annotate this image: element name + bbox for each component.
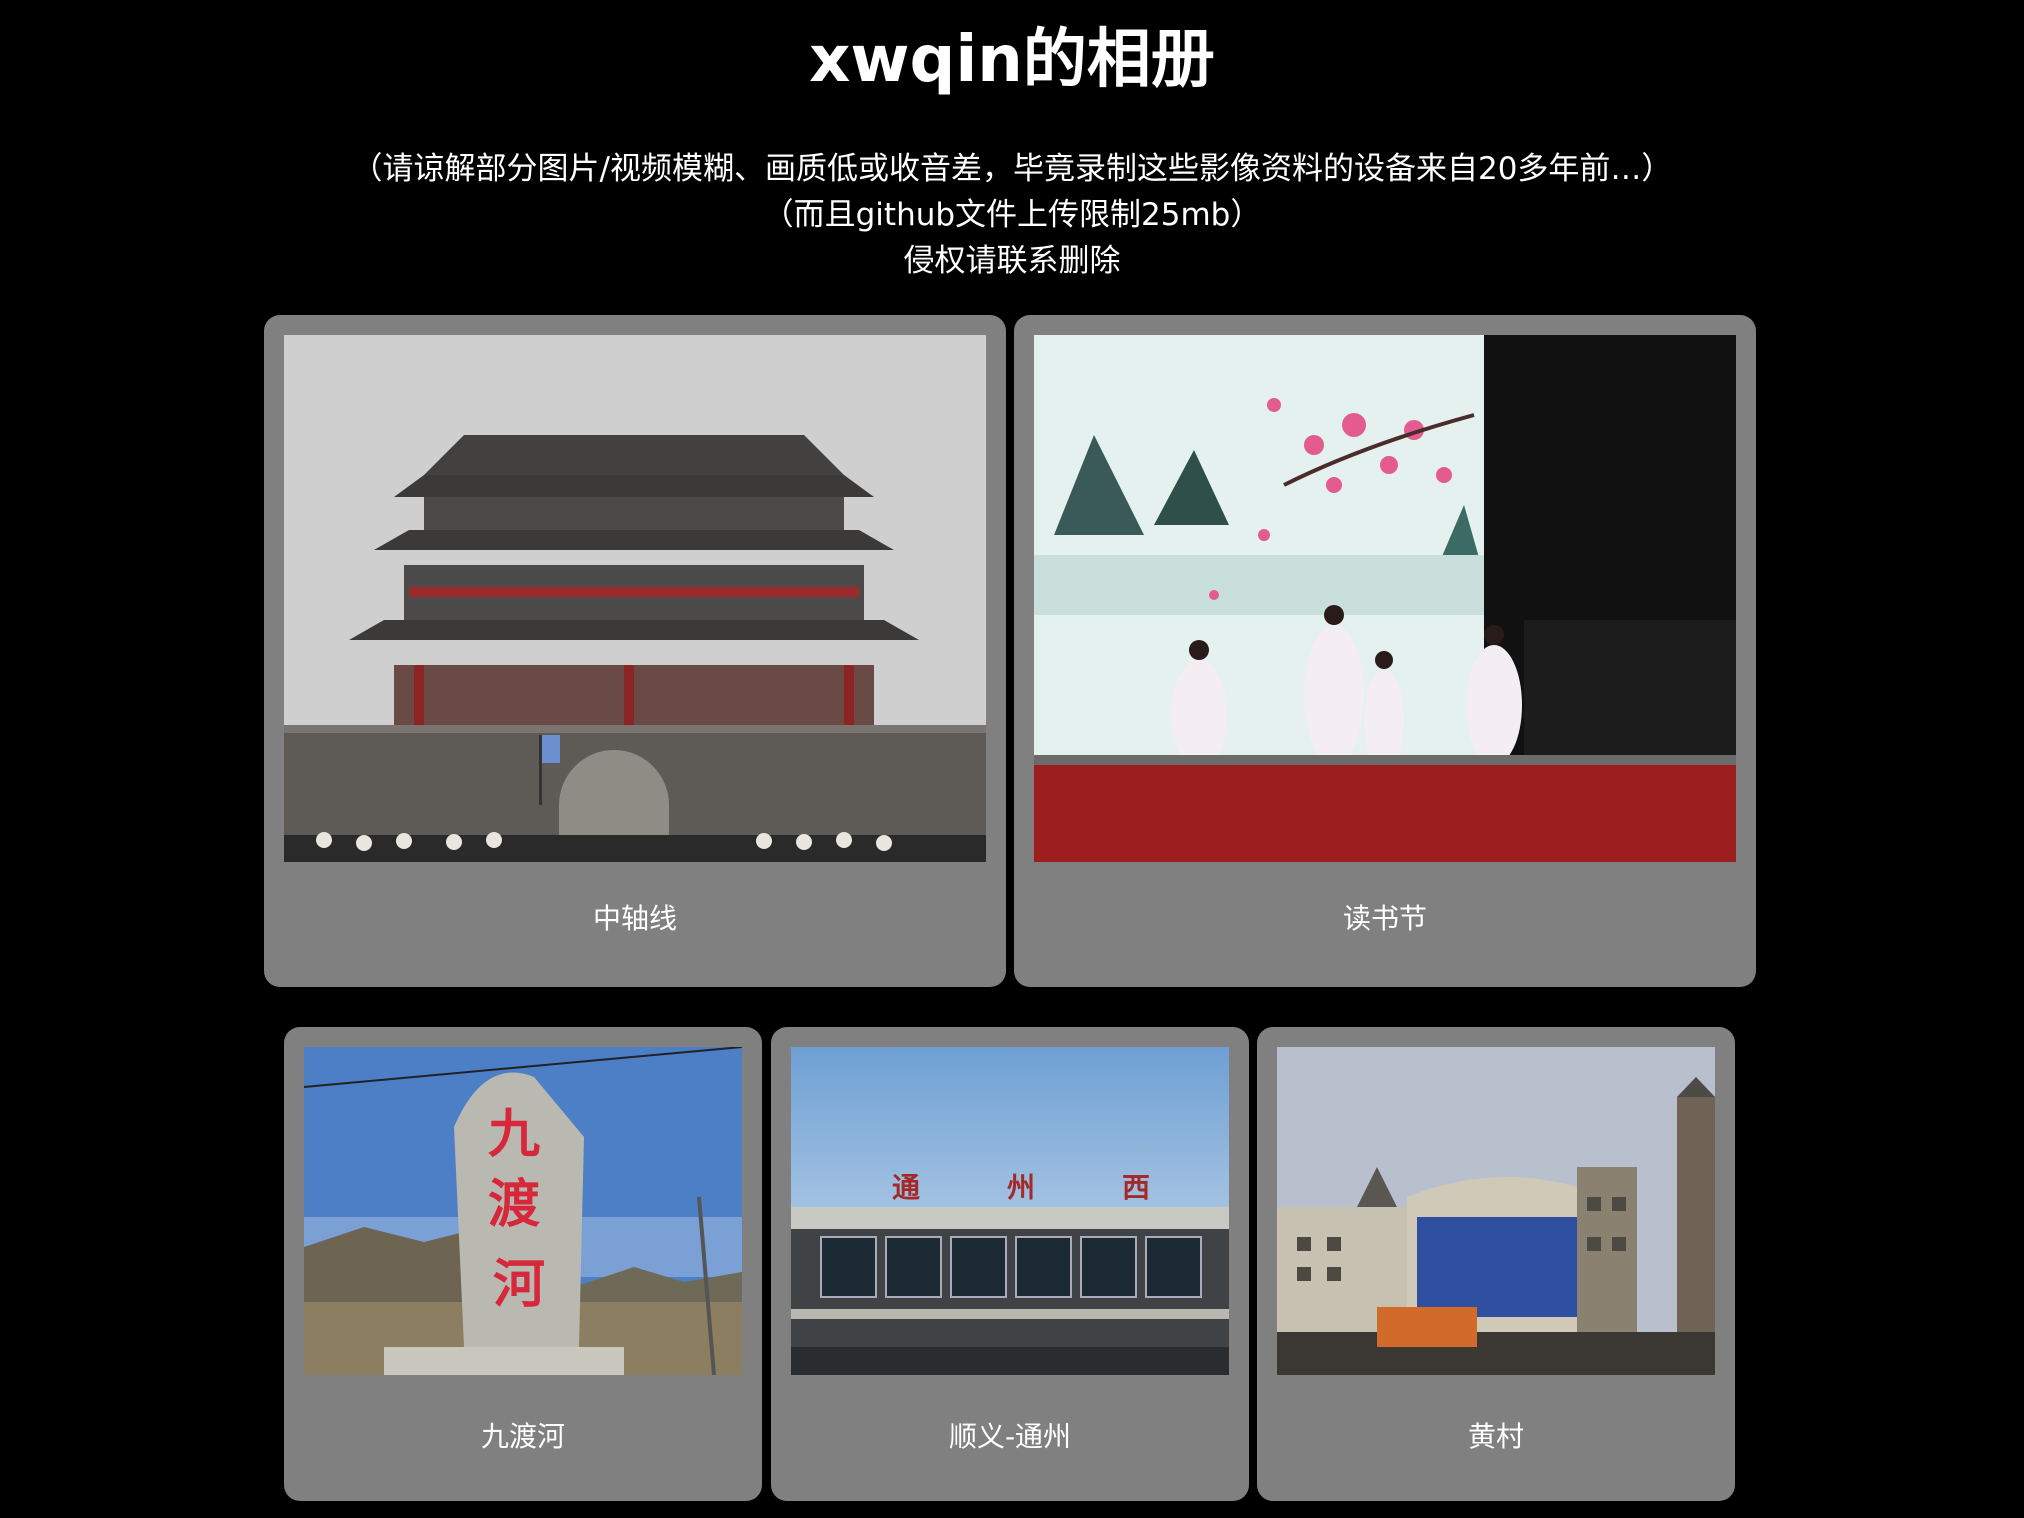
album-card-huangcun[interactable]: 黄村	[1257, 1027, 1735, 1501]
album-card-shunyi-tongzhou[interactable]: 通 州 西 顺义-通州	[771, 1027, 1249, 1501]
album-caption[interactable]: 读书节	[1014, 897, 1756, 937]
train-station-photo[interactable]: 通 州 西	[791, 1047, 1229, 1375]
album-card-jiuduhe[interactable]: 九 渡 河 九渡河	[284, 1027, 762, 1501]
gate-tower-photo[interactable]	[284, 335, 986, 862]
album-card-zhongzhouxian[interactable]: 中轴线	[264, 315, 1006, 987]
album-caption[interactable]: 九渡河	[284, 1415, 762, 1455]
station-sign-char: 通	[892, 1171, 920, 1204]
note-line-1: （请谅解部分图片/视频模糊、画质低或收音差，毕竟录制这些影像资料的设备来自20多…	[351, 151, 1673, 187]
station-sign-char: 州	[1007, 1171, 1035, 1204]
town-building-photo[interactable]	[1277, 1047, 1715, 1375]
album-caption[interactable]: 中轴线	[264, 897, 1006, 937]
monument-char: 河	[493, 1254, 545, 1315]
album-caption[interactable]: 黄村	[1257, 1415, 1735, 1455]
note-line-3: 侵权请联系删除	[903, 243, 1121, 279]
stage-dance-photo[interactable]	[1034, 335, 1736, 862]
stone-monument-photo[interactable]: 九 渡 河	[304, 1047, 742, 1375]
album-caption[interactable]: 顺义-通州	[771, 1415, 1249, 1455]
album-title: xwqin的相册	[809, 23, 1215, 97]
monument-char: 九	[488, 1104, 540, 1165]
station-sign-char: 西	[1122, 1171, 1150, 1204]
album-card-dushujie[interactable]: 读书节	[1014, 315, 1756, 987]
monument-char: 渡	[488, 1174, 540, 1235]
note-line-2: （而且github文件上传限制25mb）	[762, 197, 1262, 233]
album-notes: （请谅解部分图片/视频模糊、画质低或收音差，毕竟录制这些影像资料的设备来自20多…	[0, 146, 2024, 284]
